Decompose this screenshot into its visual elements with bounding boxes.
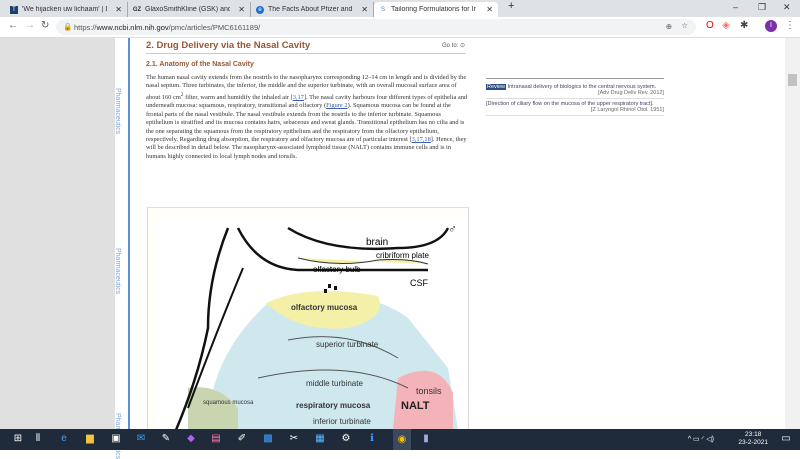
app3-icon[interactable]: ℹ bbox=[366, 433, 378, 445]
clock-time: 23:18 bbox=[745, 431, 762, 438]
app2-icon[interactable]: ▦ bbox=[314, 433, 326, 445]
ncbi-favicon-icon: S bbox=[380, 6, 385, 13]
extension-icon[interactable]: ◈ bbox=[722, 20, 730, 31]
label-superior-turbinate: superior turbinate bbox=[316, 340, 379, 349]
close-icon[interactable]: ✕ bbox=[115, 5, 122, 14]
similar-articles: Review Intranasal delivery of biologics … bbox=[486, 78, 664, 118]
tab-favicon: T bbox=[10, 5, 18, 14]
address-bar-row: ← → ↻ 🔒 https://www.ncbi.nlm.nih.gov/pmc/… bbox=[0, 17, 800, 38]
start-icon[interactable]: ⊞ bbox=[12, 433, 24, 445]
journal-side-label: Pharmaceutics bbox=[114, 88, 121, 135]
subsection-title: 2.1. Anatomy of the Nasal Cavity bbox=[146, 61, 254, 68]
related-article[interactable]: [Direction of ciliary flow on the mucosa… bbox=[486, 101, 664, 116]
figure-nasal-cavity[interactable]: ♂ brain cribriform plate olfactory bulb … bbox=[147, 207, 469, 429]
notifications-icon[interactable]: ▭ bbox=[780, 433, 792, 445]
store-icon[interactable]: ▣ bbox=[110, 433, 122, 445]
snipping-icon[interactable]: ✂ bbox=[288, 433, 300, 445]
label-nalt: NALT bbox=[401, 400, 430, 412]
file-explorer-icon[interactable]: ▆ bbox=[84, 433, 96, 445]
tab-tailoring-active[interactable]: S Tailoring Formulations for Intrana ✕ bbox=[374, 2, 498, 17]
tab-gsk[interactable]: GZGlaxoSmithKline (GSK) and Alpha ✕ bbox=[128, 2, 251, 17]
opera-extension-icon[interactable]: O bbox=[706, 20, 714, 31]
tab-de-tijd[interactable]: T 'We hijacken uw lichaam' | De Tij ✕ bbox=[5, 2, 128, 17]
label-brain: brain bbox=[366, 237, 388, 248]
reference-link[interactable]: 3,17 bbox=[293, 94, 304, 101]
url-prefix: https:// bbox=[74, 23, 97, 32]
paint-icon[interactable]: ✎ bbox=[160, 433, 172, 445]
minimize-button[interactable]: – bbox=[733, 2, 738, 12]
label-csf: CSF bbox=[410, 278, 429, 288]
body-paragraph: The human nasal cavity extends from the … bbox=[146, 74, 468, 161]
tab-title: 'We hijacken uw lichaam' | De Tij bbox=[22, 6, 107, 13]
back-icon[interactable]: ← bbox=[8, 20, 18, 31]
url-host: www.ncbi.nlm.nih.gov bbox=[96, 23, 169, 32]
url-path: /pmc/articles/PMC6161189/ bbox=[168, 23, 261, 32]
clock-date: 23-2-2021 bbox=[738, 439, 768, 446]
settings-icon[interactable]: ⚙ bbox=[340, 433, 352, 445]
related-citation: [Z Laryngol Rhinol Otol. 1951] bbox=[590, 107, 664, 113]
article-page: Pharmaceutics Pharmaceutics Pharmaceutic… bbox=[114, 38, 785, 459]
section-rail bbox=[128, 38, 130, 429]
close-icon[interactable]: ✕ bbox=[361, 5, 368, 14]
nasal-anatomy-diagram: ♂ brain cribriform plate olfactory bulb … bbox=[158, 218, 468, 429]
section-title: 2. Drug Delivery via the Nasal Cavity bbox=[146, 40, 466, 54]
url-input[interactable]: 🔒 https://www.ncbi.nlm.nih.gov/pmc/articl… bbox=[56, 19, 696, 35]
page-viewport: Pharmaceutics Pharmaceutics Pharmaceutic… bbox=[0, 38, 800, 459]
mail-icon[interactable]: ✉ bbox=[135, 433, 147, 445]
tab-title: GlaxoSmithKline (GSK) and Alpha bbox=[145, 6, 230, 13]
edge-favicon-icon: e bbox=[256, 5, 264, 14]
drawing-icon[interactable]: ✐ bbox=[236, 433, 248, 445]
label-inferior-turbinate: inferior turbinate bbox=[313, 417, 371, 426]
app4-icon[interactable]: ▮ bbox=[420, 433, 432, 445]
text: filter, warm and humidify the inhaled ai… bbox=[183, 93, 293, 101]
copyright-icon: ♂ bbox=[448, 222, 457, 236]
tab-bar: T 'We hijacken uw lichaam' | De Tij ✕ GZGl… bbox=[0, 0, 800, 17]
lock-icon: 🔒 bbox=[63, 22, 73, 31]
label-squamous-mucosa: squamous mucosa bbox=[203, 400, 254, 406]
zoom-icon[interactable]: ⊕ bbox=[666, 22, 672, 31]
close-window-button[interactable]: ✕ bbox=[783, 2, 791, 13]
forward-icon[interactable]: → bbox=[25, 20, 35, 31]
paint3d-icon[interactable]: ◆ bbox=[185, 433, 197, 445]
reference-link[interactable]: 3,17,18 bbox=[412, 136, 431, 143]
profile-avatar[interactable]: I bbox=[765, 20, 777, 32]
puzzle-extensions-icon[interactable]: ✱ bbox=[740, 20, 748, 31]
tab-title: Tailoring Formulations for Intrana bbox=[391, 6, 476, 13]
label-tonsils: tonsils bbox=[416, 386, 442, 396]
journal-side-label: Pharmaceutics bbox=[114, 248, 121, 295]
label-olfactory-bulb: olfactory bulb bbox=[313, 265, 361, 274]
maximize-button[interactable]: ❐ bbox=[758, 2, 766, 13]
clock[interactable]: 23:18 23-2-2021 bbox=[738, 431, 768, 447]
vertical-scrollbar[interactable] bbox=[785, 38, 800, 429]
windows-taskbar: ⊞ ⫴ e ▆ ▣ ✉ ✎ ◆ ▤ ✐ ▩ ✂ ▦ ⚙ ℹ ◉ ▮ ^ ▭ ◜ … bbox=[0, 429, 800, 450]
scrollbar-thumb[interactable] bbox=[788, 74, 797, 86]
label-middle-turbinate: middle turbinate bbox=[306, 379, 363, 388]
figure-link[interactable]: Figure 2 bbox=[326, 102, 347, 109]
related-citation: [Adv Drug Deliv Rev. 2012] bbox=[598, 90, 664, 96]
app-icon[interactable]: ▤ bbox=[210, 433, 222, 445]
menu-icon[interactable]: ⋮ bbox=[785, 20, 795, 31]
reload-icon[interactable]: ↻ bbox=[41, 20, 49, 31]
tab-favicon: GZ bbox=[132, 6, 142, 13]
photos-icon[interactable]: ▩ bbox=[262, 433, 274, 445]
edge-icon[interactable]: e bbox=[58, 433, 70, 445]
system-tray-icons[interactable]: ^ ▭ ◜ ◁) bbox=[688, 435, 714, 443]
related-article[interactable]: Review Intranasal delivery of biologics … bbox=[486, 84, 664, 99]
tab-pfizer[interactable]: e The Facts About Pfizer and BioN ✕ bbox=[251, 2, 374, 17]
label-respiratory-mucosa: respiratory mucosa bbox=[296, 401, 371, 410]
goto-menu[interactable]: Go to: ⊙ bbox=[442, 42, 465, 49]
label-cribriform-plate: cribriform plate bbox=[376, 251, 429, 260]
review-badge: Review bbox=[486, 84, 507, 90]
close-icon[interactable]: ✕ bbox=[486, 5, 493, 14]
close-icon[interactable]: ✕ bbox=[238, 5, 245, 14]
task-view-icon[interactable]: ⫴ bbox=[32, 433, 44, 445]
new-tab-button[interactable]: + bbox=[508, 0, 514, 12]
bookmark-star-icon[interactable]: ☆ bbox=[681, 21, 688, 30]
tab-title: The Facts About Pfizer and BioN bbox=[268, 6, 353, 13]
chrome-icon[interactable]: ◉ bbox=[393, 429, 411, 450]
label-olfactory-mucosa: olfactory mucosa bbox=[291, 303, 358, 312]
